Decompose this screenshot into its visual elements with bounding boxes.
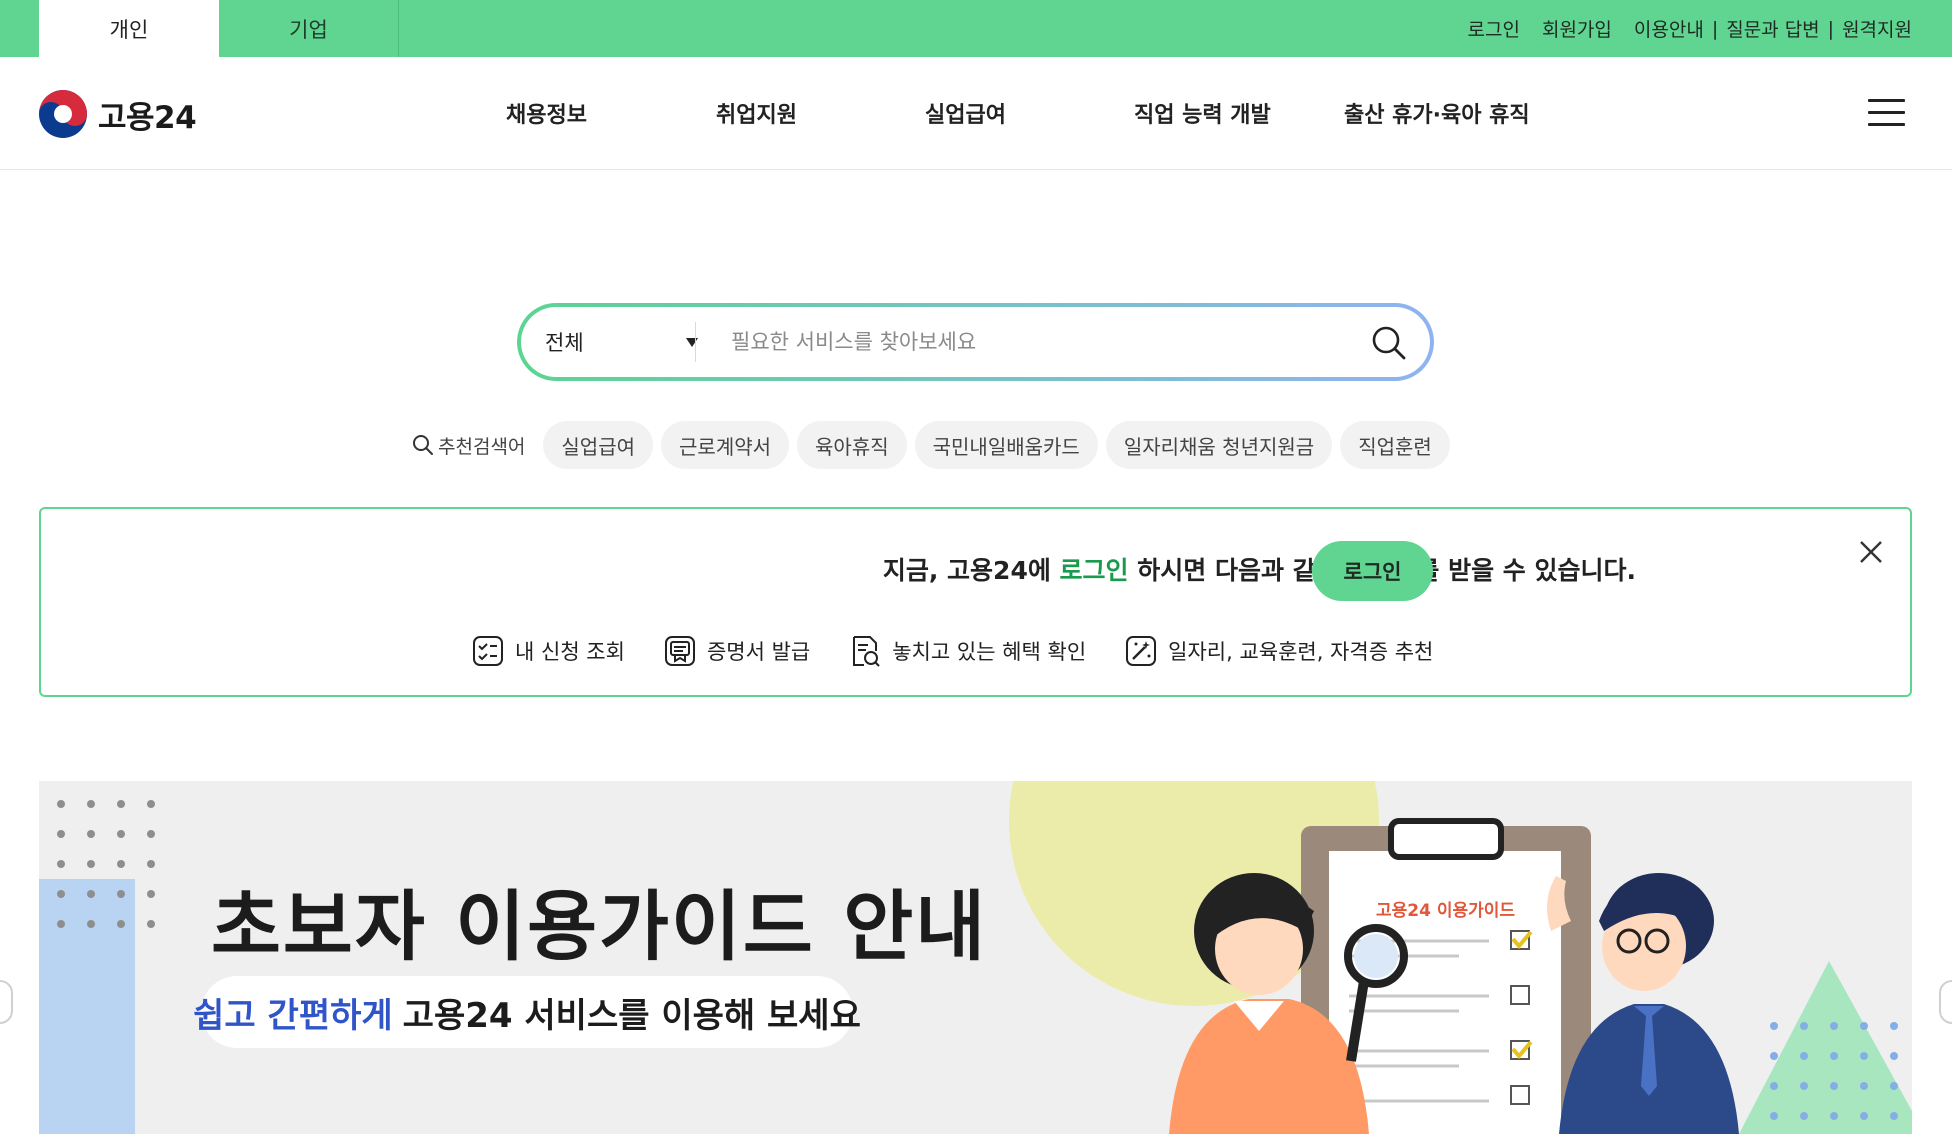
magic-wand-icon	[1126, 636, 1157, 666]
nav-item-employment-support[interactable]: 취업지원	[716, 97, 797, 129]
hero-title: 초보자 이용가이드 안내	[211, 882, 988, 971]
service-list: 내 신청 조회 증명서 발급 놓치고 있는 혜택 확인 일자리, 교육훈련, 자…	[471, 631, 1471, 671]
guide-link[interactable]: 이용안내	[1634, 15, 1704, 42]
service-label: 증명서 발급	[706, 640, 811, 664]
qna-link[interactable]: 질문과 답변	[1726, 15, 1819, 42]
search-icon[interactable]	[1371, 325, 1407, 361]
separator: |	[1711, 17, 1719, 40]
keyword-chip[interactable]: 실업급여	[543, 421, 654, 469]
keyword-chip[interactable]: 국민내일배움카드	[914, 421, 1098, 469]
keyword-chip[interactable]: 일자리채움 청년지원금	[1105, 421, 1333, 469]
remote-support-link[interactable]: 원격지원	[1842, 15, 1912, 42]
tab-personal[interactable]: 개인	[39, 0, 219, 57]
login-prompt-box: 지금, 고용24에 로그인 하시면 다음과 같은 서비스를 받을 수 있습니다.…	[39, 507, 1912, 697]
hero-banner[interactable]: 초보자 이용가이드 안내 쉽고 간편하게 고용24 서비스를 이용해 보세요 고…	[39, 781, 1912, 1134]
search-input[interactable]	[731, 321, 1331, 363]
nav-item-skill-development[interactable]: 직업 능력 개발	[1134, 97, 1271, 129]
divider	[695, 322, 696, 362]
separator: |	[1827, 17, 1835, 40]
site-header: 고용24 채용정보 취업지원 실업급여 직업 능력 개발 출산 휴가·육아 휴직	[0, 57, 1952, 170]
search-bar: 전체	[517, 303, 1434, 381]
nav-item-parental-leave[interactable]: 출산 휴가·육아 휴직	[1344, 97, 1530, 129]
clipboard-label: 고용24 이용가이드	[1376, 901, 1516, 921]
signup-link[interactable]: 회원가입	[1542, 15, 1612, 42]
utility-links: 로그인 회원가입 이용안내 | 질문과 답변 | 원격지원	[1468, 0, 1912, 57]
service-label: 일자리, 교육훈련, 자격증 추천	[1168, 640, 1434, 664]
recommended-label-text: 추천검색어	[438, 435, 526, 458]
search-category-select[interactable]: 전체	[545, 307, 698, 377]
caret-down-icon	[686, 338, 698, 347]
hero-subtitle-text: 고용24 서비스를 이용해 보세요	[402, 995, 861, 1036]
hero-subtitle: 쉽고 간편하게 고용24 서비스를 이용해 보세요	[193, 976, 861, 1048]
login-button[interactable]: 로그인	[1312, 541, 1433, 601]
keyword-chip[interactable]: 육아휴직	[797, 421, 907, 469]
recommended-label: 추천검색어	[412, 432, 525, 459]
recommended-keywords: 추천검색어 실업급여 근로계약서 육아휴직 국민내일배움카드 일자리채움 청년지…	[412, 420, 1458, 470]
carousel-next-button[interactable]	[1939, 980, 1952, 1024]
certificate-icon	[664, 636, 695, 666]
nav-item-jobs[interactable]: 채용정보	[506, 97, 587, 129]
login-message-text: 지금, 고용24에	[882, 556, 1060, 585]
menu-icon[interactable]	[1868, 99, 1905, 127]
search-category-value: 전체	[545, 331, 584, 355]
service-label: 놓치고 있는 혜택 확인	[892, 640, 1087, 664]
service-missed-benefits[interactable]: 놓치고 있는 혜택 확인	[848, 634, 1086, 668]
main-nav: 채용정보 취업지원 실업급여 직업 능력 개발 출산 휴가·육아 휴직	[0, 57, 1952, 170]
hero-subtitle-highlight: 쉽고 간편하게	[193, 995, 393, 1036]
document-search-icon	[853, 636, 880, 667]
top-utility-bar: 개인 기업 로그인 회원가입 이용안내 | 질문과 답변 | 원격지원	[0, 0, 1952, 57]
service-recommendations[interactable]: 일자리, 교육훈련, 자격증 추천	[1124, 634, 1433, 668]
checklist-icon	[473, 636, 503, 666]
service-label: 내 신청 조회	[515, 640, 625, 664]
login-message-highlight: 로그인	[1059, 556, 1129, 585]
keyword-chip[interactable]: 직업훈련	[1340, 421, 1450, 469]
keyword-chip[interactable]: 근로계약서	[661, 421, 790, 469]
service-my-applications[interactable]: 내 신청 조회	[471, 634, 625, 668]
nav-item-unemployment-benefit[interactable]: 실업급여	[925, 97, 1006, 129]
search-icon	[413, 435, 433, 455]
login-link[interactable]: 로그인	[1468, 15, 1520, 42]
carousel-prev-button[interactable]	[0, 980, 13, 1024]
close-icon[interactable]	[1856, 537, 1886, 567]
service-certificate[interactable]: 증명서 발급	[663, 634, 810, 668]
tab-corporate[interactable]: 기업	[219, 0, 399, 57]
